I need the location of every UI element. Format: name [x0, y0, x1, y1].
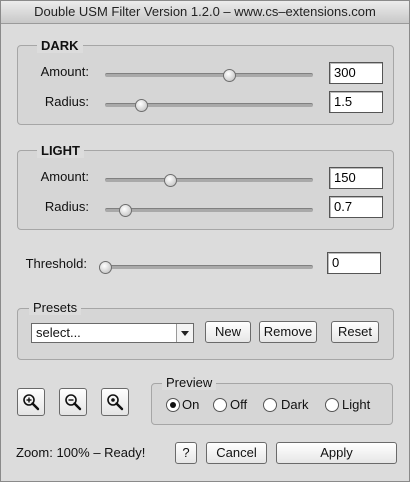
light-radius-label: Radius: — [44, 199, 89, 214]
zoom-out-icon — [65, 394, 82, 411]
preview-off-label[interactable]: Off — [230, 397, 247, 412]
light-group — [17, 150, 394, 230]
light-amount-slider-track[interactable] — [105, 178, 313, 182]
light-radius-slider-thumb[interactable] — [118, 204, 132, 217]
threshold-slider-thumb[interactable] — [99, 261, 112, 274]
preview-dark-radio[interactable] — [263, 398, 277, 412]
light-amount-slider-thumb[interactable] — [164, 174, 178, 187]
threshold-label: Threshold: — [25, 256, 87, 271]
zoom-actual-button[interactable] — [101, 388, 129, 416]
dialog-window: Double USM Filter Version 1.2.0 – www.cs… — [0, 0, 410, 482]
preview-on-radio[interactable] — [166, 398, 180, 412]
zoom-in-icon — [23, 394, 40, 411]
dark-amount-slider-track[interactable] — [105, 73, 313, 77]
light-group-title: LIGHT — [37, 143, 84, 158]
dark-radius-field[interactable] — [329, 91, 383, 113]
zoom-actual-icon — [107, 394, 124, 411]
help-button[interactable]: ? — [175, 442, 197, 464]
dark-group-title: DARK — [37, 38, 83, 53]
preview-off-radio[interactable] — [213, 398, 227, 412]
dark-radius-label: Radius: — [44, 94, 89, 109]
chevron-down-icon[interactable] — [176, 324, 193, 342]
new-preset-button[interactable]: New — [205, 321, 251, 343]
preview-light-radio[interactable] — [325, 398, 339, 412]
preview-dark-label[interactable]: Dark — [281, 397, 308, 412]
dark-amount-label: Amount: — [40, 64, 89, 79]
reset-button[interactable]: Reset — [331, 321, 379, 343]
light-radius-field[interactable] — [329, 196, 383, 218]
dark-amount-field[interactable] — [329, 62, 383, 84]
preview-light-label[interactable]: Light — [342, 397, 370, 412]
zoom-out-button[interactable] — [59, 388, 87, 416]
threshold-slider-track[interactable] — [99, 265, 313, 269]
light-radius-slider-track[interactable] — [105, 208, 313, 212]
dark-group — [17, 45, 394, 125]
preview-on-label[interactable]: On — [182, 397, 199, 412]
status-text: Zoom: 100% – Ready! — [16, 445, 146, 460]
preview-group-title: Preview — [162, 375, 217, 390]
presets-select[interactable]: select... — [31, 323, 194, 343]
presets-group-title: Presets — [29, 300, 82, 315]
light-amount-field[interactable] — [329, 167, 383, 189]
dark-radius-slider-thumb[interactable] — [134, 99, 148, 112]
threshold-field[interactable] — [327, 252, 381, 274]
window-title: Double USM Filter Version 1.2.0 – www.cs… — [1, 1, 409, 24]
light-amount-label: Amount: — [40, 169, 89, 184]
remove-preset-button[interactable]: Remove — [259, 321, 317, 343]
apply-button[interactable]: Apply — [276, 442, 397, 464]
zoom-in-button[interactable] — [17, 388, 45, 416]
presets-select-value: select... — [36, 325, 81, 340]
cancel-button[interactable]: Cancel — [206, 442, 267, 464]
